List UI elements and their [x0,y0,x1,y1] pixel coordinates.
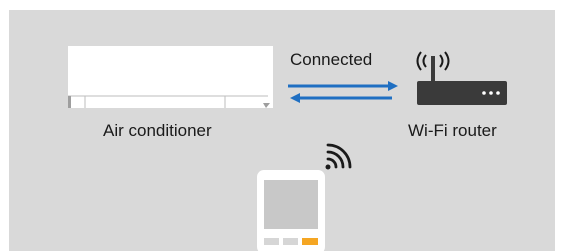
remote-button-middle [283,238,298,245]
wifi-router-icon [417,56,507,105]
connection-arrows [288,81,398,103]
air-conditioner-label: Air conditioner [103,121,212,140]
arrow-head-left [290,93,300,103]
arrow-head-right [388,81,398,91]
air-conditioner-icon [68,46,273,108]
remote-controller-icon [257,170,325,251]
remote-button-left [264,238,279,245]
wifi-signal-icon [325,143,352,170]
remote-button-right [302,238,318,245]
router-label: Wi-Fi router [408,121,497,140]
connection-status-label: Connected [290,50,373,69]
